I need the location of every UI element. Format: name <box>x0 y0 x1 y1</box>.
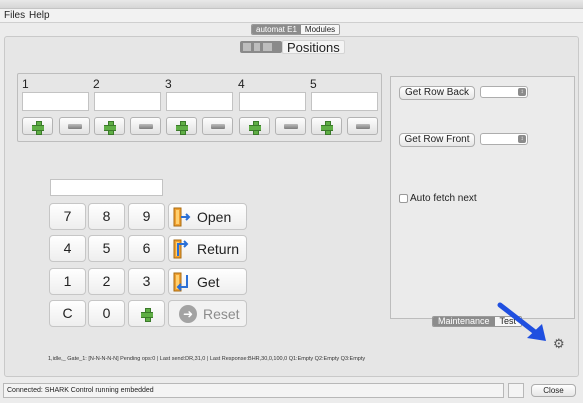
reset-button[interactable]: ➜ Reset <box>168 300 247 327</box>
key-clear[interactable]: C <box>49 300 86 327</box>
key-5[interactable]: 5 <box>88 235 125 262</box>
tab-maintenance[interactable]: Maintenance <box>433 317 495 326</box>
gate-status-line: 1,idle,_ Gate_1: [N-N-N-N-N] Pending ops… <box>48 356 366 362</box>
add-position-2-button[interactable] <box>94 117 125 135</box>
top-tab-bar: automat E1 Modules <box>251 24 341 35</box>
return-button-label: Return <box>197 241 240 257</box>
close-button[interactable]: Close <box>531 384 576 397</box>
plus-icon <box>249 121 261 135</box>
row-back-select[interactable]: ↕ <box>480 86 528 98</box>
position-label-1: 1 <box>22 77 29 91</box>
blue-arrow-annotation <box>497 302 546 341</box>
chevron-updown-icon: ↕ <box>518 135 526 143</box>
plus-icon <box>32 121 44 135</box>
plus-icon <box>321 121 333 135</box>
position-field-3[interactable] <box>166 92 233 111</box>
get-button[interactable]: Get <box>168 268 247 295</box>
auto-fetch-label: Auto fetch next <box>410 193 477 204</box>
position-label-2: 2 <box>93 77 100 91</box>
position-label-4: 4 <box>238 77 245 91</box>
key-2[interactable]: 2 <box>88 268 125 295</box>
position-label-3: 3 <box>165 77 172 91</box>
gear-icon[interactable]: ⚙ <box>553 336 565 352</box>
get-row-front-button[interactable]: Get Row Front <box>399 133 475 147</box>
minus-icon <box>284 124 298 129</box>
tab-modules[interactable]: Modules <box>300 25 340 34</box>
position-field-2[interactable] <box>94 92 161 111</box>
position-label-5: 5 <box>310 77 317 91</box>
key-8[interactable]: 8 <box>88 203 125 230</box>
remove-position-4-button[interactable] <box>275 117 306 135</box>
return-slot-icon <box>173 239 189 259</box>
chevron-updown-icon: ↕ <box>518 88 526 96</box>
window-titlebar <box>0 0 583 9</box>
minus-icon <box>356 124 370 129</box>
remove-position-2-button[interactable] <box>130 117 161 135</box>
open-button[interactable]: Open <box>168 203 247 230</box>
plus-icon <box>104 121 116 135</box>
add-position-4-button[interactable] <box>239 117 270 135</box>
open-button-label: Open <box>197 209 232 225</box>
remove-position-5-button[interactable] <box>347 117 378 135</box>
position-field-4[interactable] <box>239 92 306 111</box>
get-button-label: Get <box>197 274 220 290</box>
auto-fetch-checkbox[interactable] <box>399 194 408 203</box>
add-position-3-button[interactable] <box>166 117 197 135</box>
return-button[interactable]: Return <box>168 235 247 262</box>
open-slot-icon <box>173 207 191 227</box>
plus-icon <box>141 308 153 322</box>
badge-segment <box>243 43 251 51</box>
menu-bar: Files Help <box>0 9 583 23</box>
add-position-1-button[interactable] <box>22 117 53 135</box>
add-position-5-button[interactable] <box>311 117 342 135</box>
get-slot-icon <box>173 272 188 292</box>
key-1[interactable]: 1 <box>49 268 86 295</box>
badge-segment <box>254 43 260 51</box>
arrow-right-circle-icon: ➜ <box>179 305 197 323</box>
keypad-entry-field[interactable] <box>50 179 163 196</box>
minus-icon <box>211 124 225 129</box>
status-bar: Connected: SHARK Control running embedde… <box>3 383 504 398</box>
remove-position-3-button[interactable] <box>202 117 233 135</box>
key-6[interactable]: 6 <box>128 235 165 262</box>
key-3[interactable]: 3 <box>128 268 165 295</box>
badge-segment <box>263 43 272 51</box>
reset-button-label: Reset <box>203 306 240 322</box>
remove-position-1-button[interactable] <box>59 117 90 135</box>
key-4[interactable]: 4 <box>49 235 86 262</box>
menu-files[interactable]: Files <box>4 10 25 21</box>
key-7[interactable]: 7 <box>49 203 86 230</box>
keypad-add-button[interactable] <box>128 300 165 327</box>
key-0[interactable]: 0 <box>88 300 125 327</box>
page-title: Positions <box>282 40 345 55</box>
position-field-5[interactable] <box>311 92 378 111</box>
section-badge <box>240 41 282 53</box>
row-front-select[interactable]: ↕ <box>480 133 528 145</box>
menu-help[interactable]: Help <box>29 10 50 21</box>
minus-icon <box>139 124 153 129</box>
tab-automat-e1[interactable]: automat E1 <box>252 25 301 34</box>
minus-icon <box>68 124 82 129</box>
plus-icon <box>176 121 188 135</box>
position-field-1[interactable] <box>22 92 89 111</box>
status-bar-indicator <box>508 383 524 398</box>
get-row-back-button[interactable]: Get Row Back <box>399 86 475 100</box>
key-9[interactable]: 9 <box>128 203 165 230</box>
